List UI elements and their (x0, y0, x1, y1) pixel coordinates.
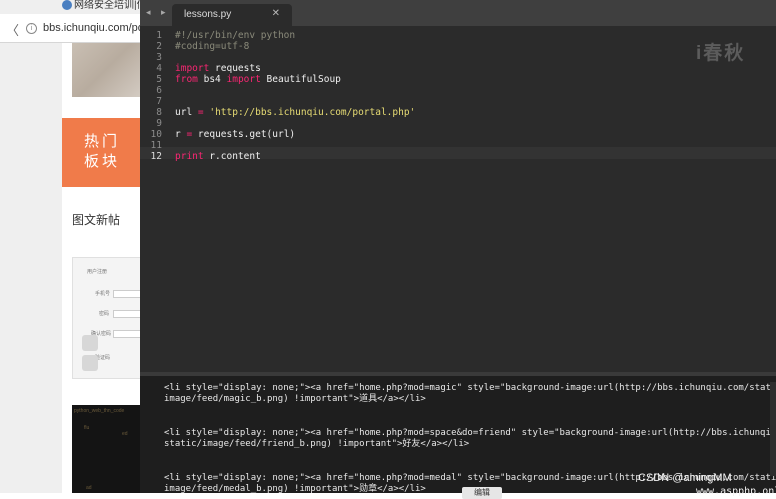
line-number: 4 (156, 63, 162, 74)
form-input (113, 330, 141, 338)
code-line: import requests (175, 63, 261, 74)
form-label: 手机号 (95, 291, 111, 297)
close-icon[interactable]: ✕ (272, 8, 280, 19)
line-number: 9 (156, 118, 162, 129)
file-tab[interactable]: lessons.py ✕ (172, 4, 292, 26)
form-input (113, 310, 141, 318)
line-number-gutter: 1 2 3 4 5 6 7 8 9 10 11 12 (140, 26, 166, 372)
thumb-text: ad (86, 485, 92, 491)
site-credit: www.aspphp.online (696, 486, 776, 497)
code-area[interactable]: #!/usr/bin/env python #coding=utf-8 import… (175, 26, 735, 372)
browser-tab[interactable]: 网络安全培训|信息 (48, 0, 140, 12)
address-bar[interactable]: 〈 i bbs.ichunqiu.com/porta (0, 14, 157, 43)
console-line: static/image/feed/friend_b.png) !importa… (164, 439, 470, 449)
section-title: 图文新帖 (72, 213, 121, 227)
console-line: <li style="display: none;"><a href="home… (164, 383, 776, 393)
code-token: from (175, 74, 198, 85)
console-line: <li style="display: none;"><a href="home… (164, 427, 776, 438)
info-icon[interactable]: i (26, 23, 37, 34)
code-editor: ◂ ▸ lessons.py ✕ 1 2 3 4 5 6 7 8 9 10 11 12 #!/usr/… (140, 0, 776, 372)
code-line: from bs4 import BeautifulSoup (175, 74, 341, 85)
line-number: 8 (156, 107, 162, 118)
file-tab-name: lessons.py (184, 9, 232, 20)
line-number: 1 (156, 30, 162, 41)
code-token: print (175, 151, 204, 162)
thumb-text: flu (84, 425, 90, 431)
line-number: 10 (150, 129, 162, 140)
code-token: url (175, 107, 198, 118)
code-token: #!/usr/bin/env python (175, 30, 296, 41)
code-token: requests.get(url) (192, 129, 296, 140)
web-page: 热门 板块 图文新帖 用户注册 手机号 密码 确认密码 验证码 python_w… (0, 43, 142, 493)
thumb-text: python_web_thn_code (74, 408, 125, 414)
line-number: 2 (156, 41, 162, 52)
code-token: BeautifulSoup (260, 74, 341, 85)
console-line: image/feed/magic_b.png) !important">道具</… (164, 394, 426, 405)
line-number: 5 (156, 74, 162, 85)
browser-tab-title: 网络安全培训|信息 (74, 0, 140, 11)
code-line: r = requests.get(url) (175, 129, 295, 140)
line-number: 6 (156, 85, 162, 96)
hot-block-button[interactable]: 热门 板块 (62, 118, 140, 187)
code-token: import (226, 74, 261, 85)
line-number: 12 (150, 151, 162, 162)
watermark-logo: i春秋 (696, 43, 746, 64)
console-scrollbar[interactable] (770, 382, 776, 476)
csdn-credit: CSDN @amingMM (638, 472, 732, 484)
code-token: r (175, 129, 187, 140)
tab-navigation-arrows-icon[interactable]: ◂ ▸ (146, 7, 170, 18)
code-token: #coding=utf-8 (175, 41, 250, 52)
code-token: r.content (203, 151, 261, 162)
code-token: requests (209, 63, 261, 74)
code-thumbnail[interactable]: python_web_thn_code flu ed ad (72, 405, 140, 493)
edit-button[interactable]: 编辑 (462, 487, 502, 499)
form-label: 密码 (99, 311, 110, 317)
chat-icon[interactable] (82, 355, 98, 371)
form-label: 用户注册 (87, 269, 108, 275)
build-output-console[interactable]: <li style="display: none;"><a href="home… (140, 372, 776, 499)
code-token: import (175, 63, 210, 74)
code-line: url = 'http://bbs.ichunqiu.com/portal.ph… (175, 107, 415, 118)
code-line: print r.content (175, 151, 261, 162)
code-line: #coding=utf-8 (175, 41, 249, 52)
article-thumbnail[interactable] (72, 43, 140, 97)
editor-tab-bar: ◂ ▸ lessons.py ✕ (140, 0, 776, 26)
code-token: 'http://bbs.ichunqiu.com/portal.php' (209, 107, 416, 118)
line-number: 11 (150, 140, 162, 151)
code-token: bs4 (197, 74, 227, 85)
line-number: 7 (156, 96, 162, 107)
thumb-text: ed (122, 431, 128, 437)
line-number: 3 (156, 52, 162, 63)
code-line: #!/usr/bin/env python (175, 30, 295, 41)
back-arrow-icon[interactable]: 〈 (6, 20, 19, 39)
phone-icon[interactable] (82, 335, 98, 351)
form-input (113, 290, 141, 298)
